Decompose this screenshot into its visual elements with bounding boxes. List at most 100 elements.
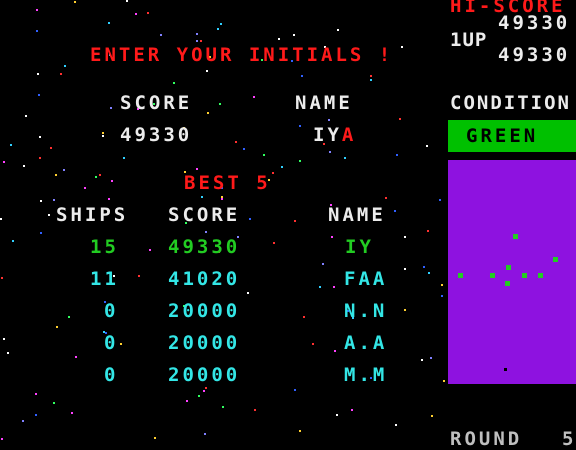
row-name: N.N	[344, 300, 388, 322]
round-label: ROUND	[450, 428, 523, 450]
star	[36, 30, 38, 32]
star	[399, 118, 401, 120]
star	[439, 199, 441, 201]
row-ships: 15	[90, 236, 119, 258]
star	[337, 29, 339, 31]
hi-score-value: 49330	[498, 12, 571, 34]
star	[50, 147, 52, 149]
row-ships: 11	[90, 268, 119, 290]
round-value: 5	[562, 428, 576, 450]
star	[431, 415, 433, 417]
star	[430, 357, 432, 359]
star	[25, 115, 27, 117]
star	[135, 13, 137, 15]
star	[443, 380, 445, 382]
condition-value: GREEN	[466, 125, 539, 147]
star	[249, 218, 251, 220]
star	[222, 406, 224, 408]
row-score: 41020	[168, 268, 241, 290]
radar-blip	[458, 273, 463, 278]
col-score-header: SCORE	[168, 204, 241, 226]
entry-name-value: IYA	[313, 125, 356, 145]
star	[203, 390, 205, 392]
col-ships-header: SHIPS	[56, 204, 129, 226]
entry-score-label: SCORE	[120, 92, 193, 114]
star	[385, 197, 387, 199]
star	[196, 33, 198, 35]
star	[196, 40, 198, 42]
star	[299, 430, 301, 432]
star	[48, 214, 50, 216]
entry-name-label: NAME	[295, 92, 353, 114]
star	[99, 174, 101, 176]
star	[299, 125, 301, 127]
row-score: 20000	[168, 300, 241, 322]
row-name: FAA	[344, 268, 388, 290]
star	[441, 295, 443, 297]
star	[205, 231, 207, 233]
star	[63, 169, 65, 171]
radar-blip	[513, 234, 518, 239]
star	[186, 400, 188, 402]
star	[198, 395, 200, 397]
table-row: 0 20000 N.N	[0, 301, 440, 325]
star	[293, 34, 295, 36]
col-name-header: NAME	[328, 204, 386, 226]
star	[126, 0, 128, 2]
star	[263, 154, 265, 156]
radar-blip	[538, 273, 543, 278]
star	[219, 103, 221, 105]
row-name: IY	[345, 236, 374, 258]
star	[111, 180, 113, 182]
player-label: 1UP	[450, 29, 488, 51]
player-score: 49330	[498, 44, 571, 66]
star	[84, 187, 86, 189]
star	[243, 148, 245, 150]
entry-name-cursor[interactable]: A	[342, 124, 356, 146]
star	[221, 198, 223, 200]
radar-blip	[490, 273, 495, 278]
radar-map	[448, 160, 576, 384]
star	[253, 96, 255, 98]
star	[74, 1, 76, 3]
row-ships: 0	[104, 332, 119, 354]
star	[344, 157, 346, 159]
star	[206, 70, 208, 72]
star	[196, 168, 198, 170]
star	[95, 176, 97, 178]
star	[235, 141, 237, 143]
star	[40, 232, 42, 234]
star	[160, 34, 162, 36]
table-row: 11 41020 FAA	[0, 269, 440, 293]
star	[220, 23, 222, 25]
star	[60, 73, 62, 75]
star	[64, 65, 66, 67]
star	[56, 326, 58, 328]
star	[108, 198, 110, 200]
star	[102, 135, 104, 137]
row-ships: 0	[104, 364, 119, 386]
star	[294, 220, 296, 222]
condition-label: CONDITION	[450, 92, 571, 114]
star	[22, 420, 24, 422]
star	[35, 414, 37, 416]
star	[35, 393, 37, 395]
star	[421, 359, 423, 361]
star	[154, 437, 156, 439]
star	[217, 28, 219, 30]
star	[173, 82, 175, 84]
star	[36, 9, 38, 11]
enter-initials-prompt: ENTER YOUR INITIALS !	[90, 44, 394, 66]
star	[254, 409, 256, 411]
radar-blip	[553, 257, 558, 262]
star	[38, 94, 40, 96]
star	[204, 433, 206, 435]
star	[40, 200, 42, 202]
star	[37, 73, 39, 75]
row-ships: 0	[104, 300, 119, 322]
star	[110, 107, 112, 109]
star	[108, 22, 110, 24]
star	[427, 230, 429, 232]
star	[55, 174, 57, 176]
star	[200, 40, 202, 42]
